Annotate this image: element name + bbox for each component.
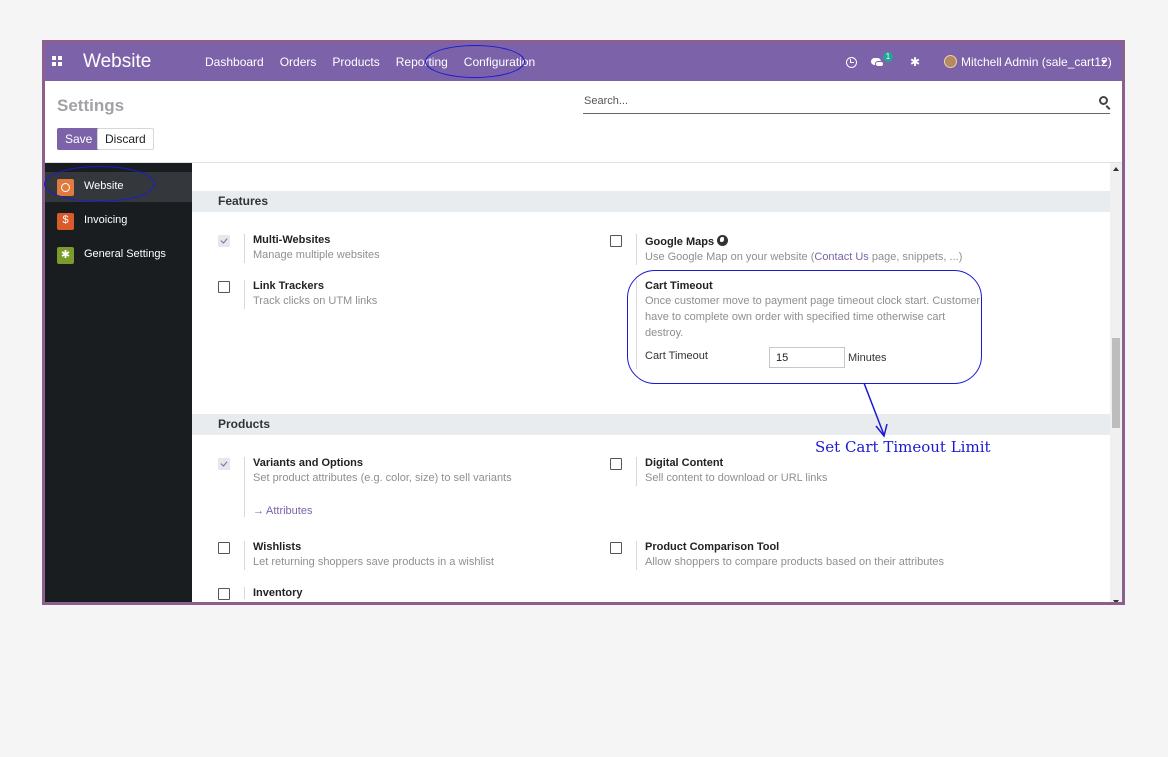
- search-input[interactable]: [584, 95, 1084, 107]
- menu-products[interactable]: Products: [324, 43, 387, 81]
- page-title: Settings: [57, 96, 125, 115]
- section-header-products: Products: [192, 414, 1110, 435]
- scroll-down-icon[interactable]: [1113, 600, 1119, 602]
- search-box: [583, 94, 1110, 114]
- setting-title: Product Comparison Tool: [645, 541, 780, 553]
- setting-description: Allow shoppers to compare products based…: [645, 556, 944, 568]
- setting-description: Let returning shoppers save products in …: [253, 556, 494, 568]
- main-menu: Dashboard Orders Products Reporting Conf…: [197, 43, 543, 81]
- message-count-badge: 1: [883, 52, 893, 62]
- search-icon[interactable]: [1099, 96, 1108, 105]
- inventory-checkbox[interactable]: [218, 588, 230, 600]
- discard-button[interactable]: Discard: [97, 128, 154, 150]
- product-comparison-checkbox[interactable]: [610, 542, 622, 554]
- globe-icon: [717, 235, 729, 246]
- setting-description: Track clicks on UTM links: [253, 295, 378, 307]
- setting-title: Multi-Websites: [253, 234, 331, 246]
- setting-title: Inventory: [253, 587, 303, 599]
- sidebar-item-label: Website: [84, 180, 124, 192]
- cart-timeout-input[interactable]: [769, 347, 845, 368]
- avatar[interactable]: [944, 55, 957, 68]
- menu-configuration[interactable]: Configuration: [456, 43, 543, 81]
- sidebar-item-label: General Settings: [84, 248, 166, 260]
- sidebar-item-label: Invoicing: [84, 214, 128, 226]
- caret-down-icon[interactable]: [1101, 60, 1107, 64]
- setting-title: Variants and Options: [253, 457, 364, 469]
- cart-timeout-unit: Minutes: [848, 352, 887, 364]
- wishlists-checkbox[interactable]: [218, 542, 230, 554]
- scroll-up-icon[interactable]: [1113, 167, 1119, 171]
- save-button[interactable]: Save: [57, 128, 101, 150]
- cart-timeout-label: Cart Timeout: [645, 350, 708, 362]
- setting-title: Cart Timeout: [645, 280, 713, 292]
- setting-description: Use Google Map on your website (Contact …: [645, 251, 963, 263]
- settings-sidebar: Website Invoicing General Settings: [45, 163, 192, 602]
- invoice-icon: [57, 213, 74, 230]
- scrollbar-thumb[interactable]: [1112, 338, 1120, 428]
- multi-websites-checkbox[interactable]: [218, 235, 230, 247]
- setting-title: Link Trackers: [253, 280, 324, 292]
- top-navbar: Website Dashboard Orders Products Report…: [45, 43, 1122, 81]
- user-menu[interactable]: Mitchell Admin (sale_cart12): [961, 55, 1112, 69]
- setting-description: Manage multiple websites: [253, 249, 380, 261]
- variants-checkbox[interactable]: [218, 458, 230, 470]
- sidebar-item-website[interactable]: Website: [45, 172, 192, 202]
- cart-timeout-row: Cart Timeout Minutes: [645, 347, 981, 369]
- setting-description: Set product attributes (e.g. color, size…: [253, 472, 512, 484]
- apps-menu-icon[interactable]: [52, 56, 63, 67]
- app-window: Website Dashboard Orders Products Report…: [42, 40, 1125, 605]
- settings-icon: [57, 247, 74, 264]
- sidebar-item-invoicing[interactable]: Invoicing: [45, 206, 192, 236]
- setting-title: Google Maps: [645, 234, 962, 248]
- digital-content-checkbox[interactable]: [610, 458, 622, 470]
- content-scrollbar[interactable]: [1110, 163, 1122, 602]
- debug-bug-icon[interactable]: ✱: [910, 55, 920, 69]
- setting-description: Sell content to download or URL links: [645, 472, 828, 484]
- settings-content: Features Multi-Websites Manage multiple …: [192, 163, 1110, 602]
- menu-reporting[interactable]: Reporting: [388, 43, 456, 81]
- menu-orders[interactable]: Orders: [272, 43, 325, 81]
- google-maps-checkbox[interactable]: [610, 235, 622, 247]
- globe-icon: [57, 179, 74, 196]
- contact-us-link[interactable]: Contact Us: [814, 251, 868, 263]
- arrow-right-icon: →: [253, 505, 264, 517]
- link-trackers-checkbox[interactable]: [218, 281, 230, 293]
- setting-title: Digital Content: [645, 457, 724, 469]
- menu-dashboard[interactable]: Dashboard: [197, 43, 272, 81]
- annotation-callout-text: Set Cart Timeout Limit: [815, 438, 991, 456]
- sidebar-item-general-settings[interactable]: General Settings: [45, 240, 192, 270]
- app-brand[interactable]: Website: [83, 51, 151, 73]
- clock-icon[interactable]: [846, 57, 857, 68]
- control-panel: Settings Save Discard: [45, 81, 1122, 163]
- setting-title: Wishlists: [253, 541, 302, 553]
- attributes-link[interactable]: → Attributes: [253, 505, 512, 517]
- section-header-features: Features: [192, 191, 1110, 212]
- setting-description: Once customer move to payment page timeo…: [645, 295, 981, 339]
